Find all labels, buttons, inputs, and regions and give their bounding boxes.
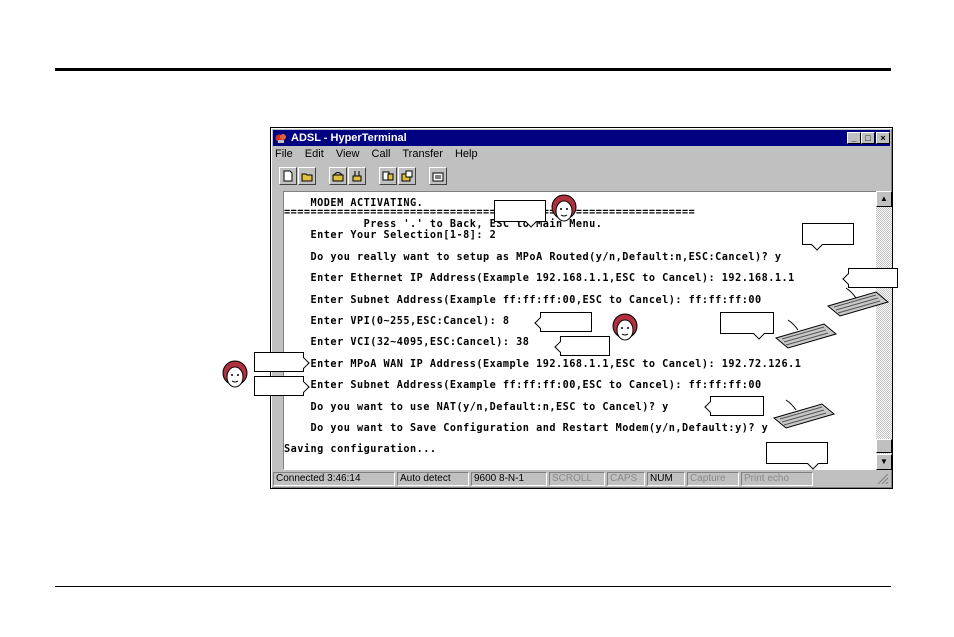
receive-icon [401,170,413,182]
hyperterminal-icon [275,134,286,143]
keyboard-icon [774,319,838,349]
open-button[interactable] [298,167,316,185]
vertical-scrollbar[interactable]: ▲ ▼ [876,191,892,470]
terminal-line: Enter VPI(0~255,ESC:Cancel): 8 [284,316,510,327]
resize-grip-icon[interactable] [877,473,889,485]
menu-view[interactable]: View [336,148,360,160]
terminal-line: Enter Ethernet IP Address(Example 192.16… [284,273,795,284]
face-icon [612,313,638,341]
callout-bubble [802,223,854,245]
terminal-line: Enter Subnet Address(Example ff:ff:ff:00… [284,380,762,391]
menu-transfer[interactable]: Transfer [402,148,443,160]
disconnect-button[interactable] [348,167,366,185]
terminal-line: Do you want to use NAT(y/n,Default:n,ESC… [284,402,669,413]
receive-button[interactable] [398,167,416,185]
face-icon [222,360,248,388]
callout-bubble [848,268,898,288]
menu-file[interactable]: File [275,148,293,160]
callout-bubble [254,376,304,396]
menu-call[interactable]: Call [372,148,391,160]
window-title: ADSL - HyperTerminal [291,132,407,144]
connect-button[interactable] [329,167,347,185]
status-capture: Capture [687,472,739,486]
scroll-up-button[interactable]: ▲ [876,191,892,207]
keyboard-icon [772,399,836,429]
scroll-thumb[interactable] [876,439,892,453]
disconnect-icon [352,171,362,182]
title-bar[interactable]: ADSL - HyperTerminal _ □ × [273,130,890,146]
callout-bubble [494,200,546,222]
terminal-line: Enter MPoA WAN IP Address(Example 192.16… [284,359,802,370]
terminal-line: Enter Subnet Address(Example ff:ff:ff:00… [284,295,762,306]
callout-bubble [560,336,610,356]
toolbar [275,166,887,188]
properties-icon [432,172,444,182]
status-detect: Auto detect [397,472,469,486]
callout-bubble [720,312,774,334]
menu-bar: File Edit View Call Transfer Help [275,148,487,162]
callout-bubble [540,312,592,332]
bottom-rule [55,586,891,587]
minimize-button[interactable]: _ [847,132,861,144]
new-icon [283,170,293,182]
close-button[interactable]: × [876,132,890,144]
callout-bubble [766,442,828,464]
new-button[interactable] [279,167,297,185]
keyboard-icon [826,287,890,317]
send-icon [382,171,394,181]
status-num: NUM [647,472,685,486]
terminal-line: ========================================… [284,207,696,218]
open-icon [301,173,313,182]
terminal-line: Do you want to Save Configuration and Re… [284,423,769,434]
status-print-echo: Print echo [741,472,813,486]
status-settings: 9600 8-N-1 [471,472,547,486]
phone-icon [332,172,344,182]
maximize-button[interactable]: □ [861,132,875,144]
terminal-line: Enter VCI(32~4095,ESC:Cancel): 38 [284,337,530,348]
callout-bubble [710,396,764,416]
terminal-line: Saving configuration... [284,444,437,455]
menu-edit[interactable]: Edit [305,148,324,160]
terminal-line: Enter Your Selection[1-8]: 2 [284,230,497,241]
status-connected: Connected 3:46:14 [273,472,395,486]
menu-help[interactable]: Help [455,148,478,160]
face-icon [551,194,577,222]
status-bar: Connected 3:46:14 Auto detect 9600 8-N-1… [273,471,890,487]
terminal-line: Do you really want to setup as MPoA Rout… [284,252,782,263]
callout-bubble [254,352,304,372]
top-rule [55,68,891,71]
status-scroll: SCROLL [549,472,605,486]
status-caps: CAPS [607,472,645,486]
properties-button[interactable] [429,167,447,185]
scroll-down-button[interactable]: ▼ [876,454,892,470]
send-button[interactable] [379,167,397,185]
hyperterminal-window: ADSL - HyperTerminal _ □ × File Edit Vie… [270,127,893,489]
